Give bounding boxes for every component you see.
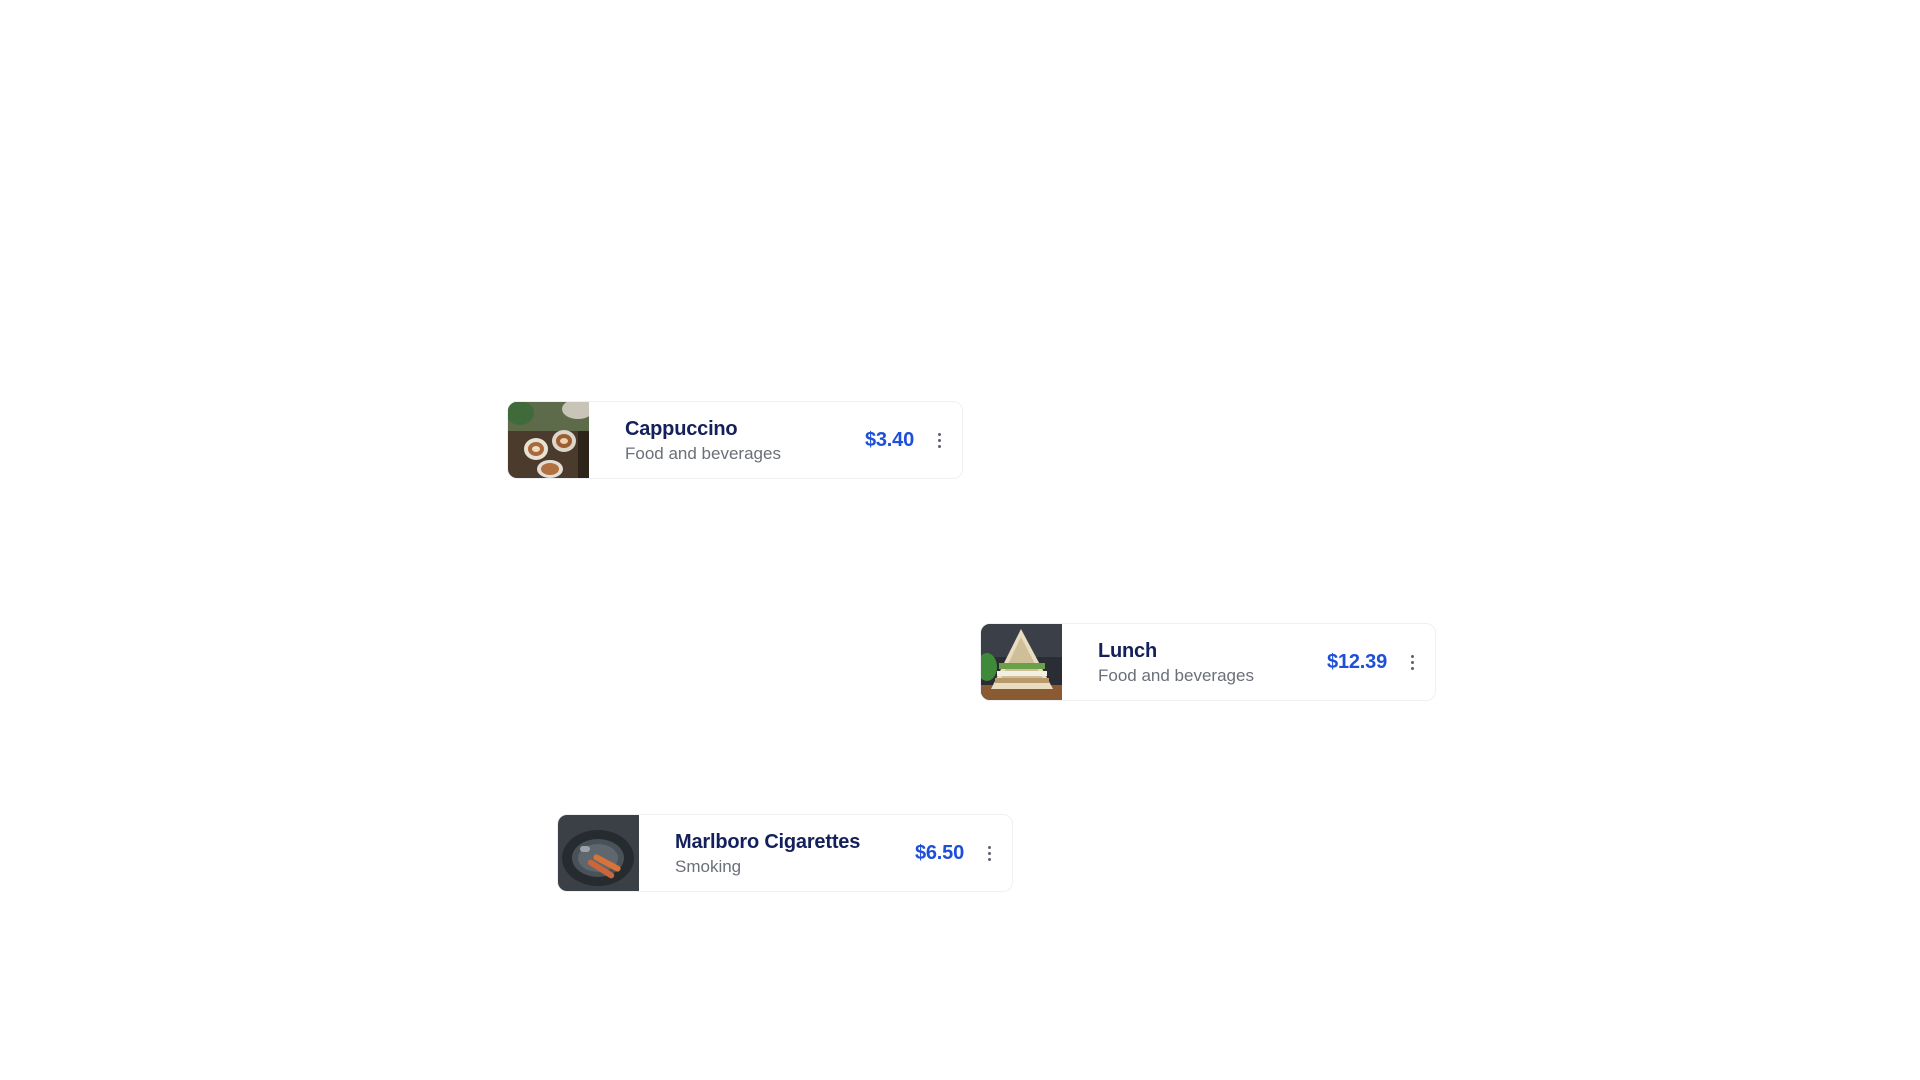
transaction-category: Food and beverages [1098,665,1254,685]
transaction-price: $3.40 [864,428,914,451]
transaction-card-lunch[interactable]: Lunch Food and beverages $12.39 [980,623,1436,701]
transaction-price: $12.39 [1327,650,1387,673]
transaction-title: Cappuccino [625,417,738,440]
transaction-price: $6.50 [914,841,964,864]
sandwich-photo [981,624,1062,700]
transaction-category: Food and beverages [625,443,781,463]
more-vertical-icon[interactable] [1403,647,1421,677]
transaction-title: Marlboro Cigarettes [675,830,861,853]
more-vertical-icon[interactable] [980,838,998,868]
ashtray-cigarettes-photo [558,815,639,891]
transaction-card-marlboro-cigarettes[interactable]: Marlboro Cigarettes Smoking $6.50 [557,814,1013,892]
transaction-card-cappuccino[interactable]: Cappuccino Food and beverages $3.40 [507,401,963,479]
coffee-cups-photo [508,402,589,478]
transaction-title: Lunch [1098,639,1157,662]
transaction-category: Smoking [675,856,742,876]
more-vertical-icon[interactable] [930,425,948,455]
